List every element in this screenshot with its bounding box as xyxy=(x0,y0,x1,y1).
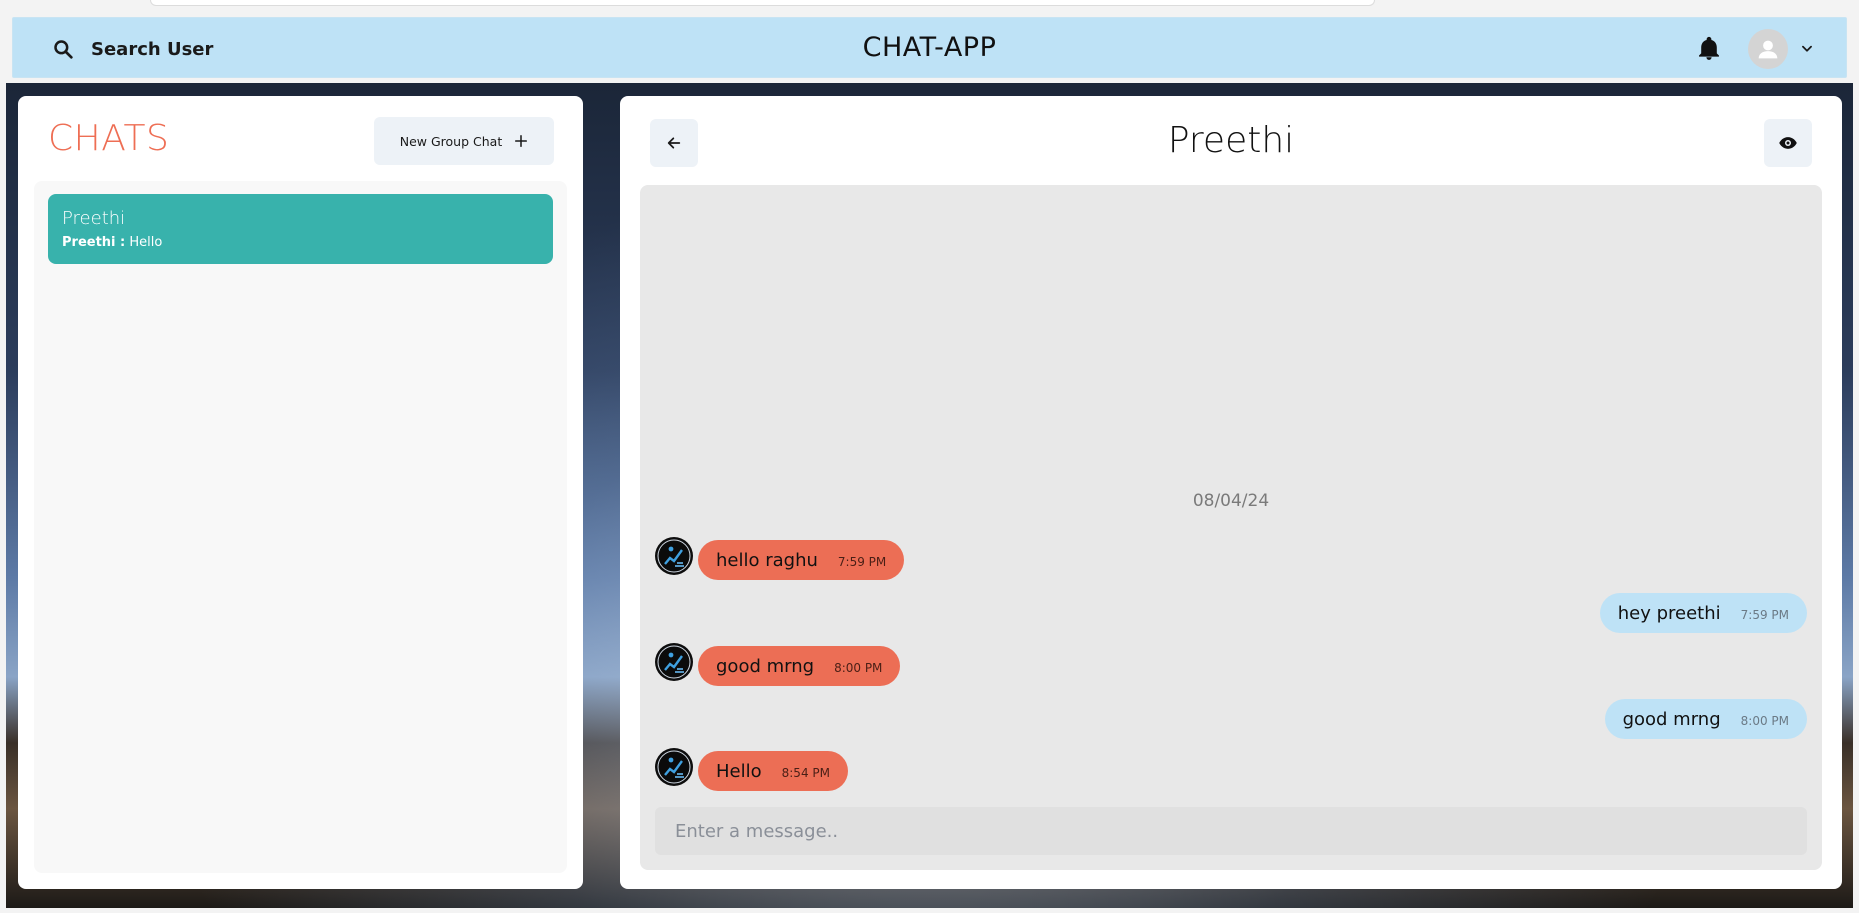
sender-avatar[interactable] xyxy=(655,643,693,681)
profile-menu-button[interactable] xyxy=(1748,28,1814,70)
conversation-title: Preethi xyxy=(1167,120,1295,161)
chat-last-message-text: Hello xyxy=(129,235,163,250)
message-text: Hello xyxy=(716,760,762,782)
message-bubble-outgoing: hey preethi 7:59 PM xyxy=(1599,593,1807,633)
message-time: 7:59 PM xyxy=(837,555,887,569)
avatar-icon xyxy=(1748,29,1788,69)
conversation-panel: Preethi 08/04/24 hello raghu 7:59 PM hey… xyxy=(620,96,1842,889)
sender-avatar-icon xyxy=(657,645,691,679)
message-time: 8:00 PM xyxy=(834,661,883,675)
bell-icon[interactable] xyxy=(1696,36,1722,62)
message-text: good mrng xyxy=(716,655,815,677)
new-group-chat-label: New Group Chat xyxy=(399,133,503,149)
app-header: Search User CHAT-APP xyxy=(12,17,1847,78)
message-time: 8:54 PM xyxy=(781,766,830,780)
chats-title: CHATS xyxy=(48,118,170,159)
chat-name: Preethi xyxy=(62,208,126,229)
chat-last-sender: Preethi : xyxy=(62,235,126,250)
message-time: 8:00 PM xyxy=(1740,714,1789,728)
plus-icon xyxy=(515,134,528,148)
message-bubble-incoming: good mrng 8:00 PM xyxy=(698,646,901,686)
message-time: 7:59 PM xyxy=(1740,608,1789,622)
view-profile-button[interactable] xyxy=(1764,119,1812,167)
chat-last-message: Preethi : Hello xyxy=(62,235,539,250)
message-bubble-incoming: hello raghu 7:59 PM xyxy=(698,540,905,580)
message-input[interactable] xyxy=(655,807,1807,855)
sender-avatar-icon xyxy=(657,539,691,573)
message-bubble-outgoing: good mrng 8:00 PM xyxy=(1604,699,1807,739)
app-title: CHAT-APP xyxy=(862,32,997,63)
sender-avatar-icon xyxy=(657,750,691,784)
sender-avatar[interactable] xyxy=(655,748,693,786)
message-text: hey preethi xyxy=(1617,602,1721,624)
browser-top-strip xyxy=(150,0,1375,6)
message-bubble-incoming: Hello 8:54 PM xyxy=(698,751,848,791)
messages-area: 08/04/24 hello raghu 7:59 PM hey preethi… xyxy=(640,185,1822,870)
message-text: good mrng xyxy=(1622,708,1721,730)
sender-avatar[interactable] xyxy=(655,537,693,575)
eye-icon xyxy=(1779,137,1797,149)
chat-list: Preethi Preethi : Hello xyxy=(34,181,567,873)
chat-list-item[interactable]: Preethi Preethi : Hello xyxy=(48,194,553,264)
message-text: hello raghu xyxy=(716,549,818,571)
date-divider: 08/04/24 xyxy=(1192,491,1270,511)
chats-panel: CHATS New Group Chat Preethi Preethi : H… xyxy=(18,96,583,889)
new-group-chat-button[interactable]: New Group Chat xyxy=(374,117,554,165)
chevron-down-icon xyxy=(1802,45,1812,52)
